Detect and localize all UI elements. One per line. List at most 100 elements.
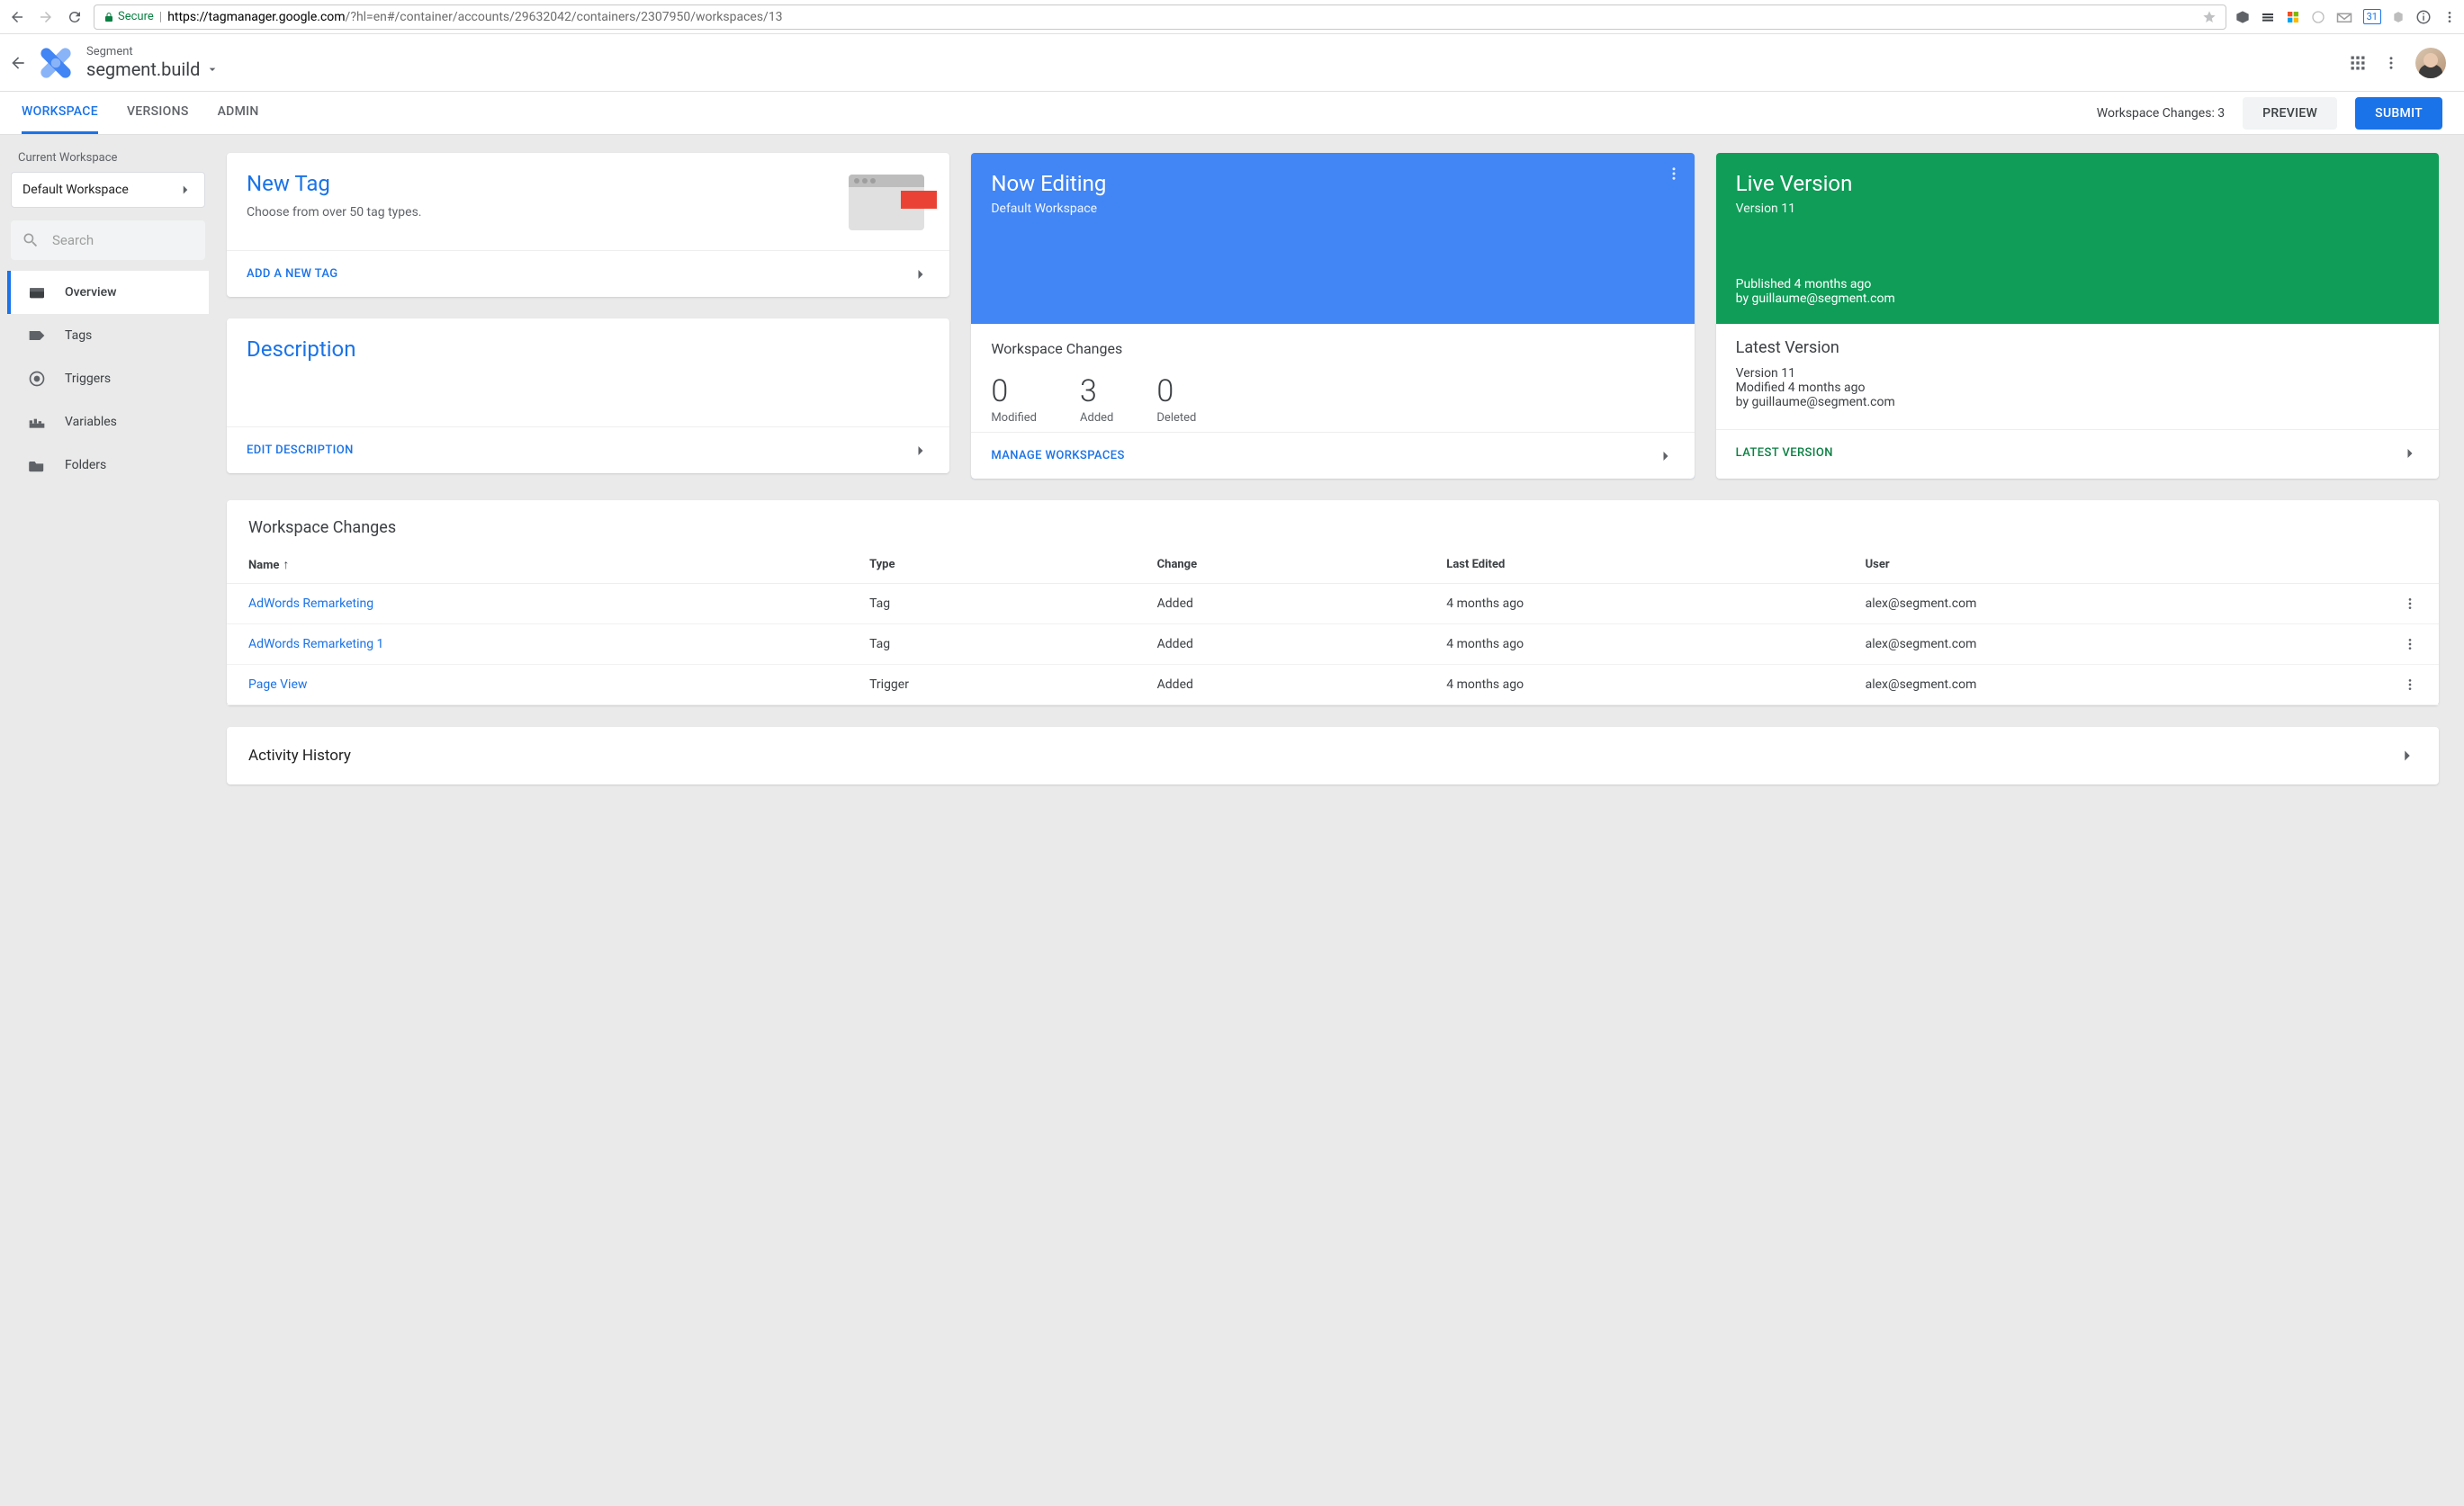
tab-admin[interactable]: ADMIN	[218, 92, 259, 134]
cell-type: Tag	[848, 584, 1136, 624]
table-row[interactable]: Page ViewTriggerAdded4 months agoalex@se…	[227, 665, 2439, 705]
new-tag-card[interactable]: New Tag Choose from over 50 tag types. A…	[227, 153, 949, 297]
tab-workspace[interactable]: WORKSPACE	[22, 92, 98, 134]
sidebar-item-tags[interactable]: Tags	[7, 314, 209, 357]
chevron-right-icon	[2401, 444, 2419, 462]
change-link[interactable]: AdWords Remarketing	[248, 596, 373, 611]
table-row[interactable]: AdWords RemarketingTagAdded4 months agoa…	[227, 584, 2439, 624]
live-version-title: Live Version	[1736, 171, 2419, 196]
breadcrumb-container: segment.build	[86, 58, 200, 80]
add-new-tag-button[interactable]: ADD A NEW TAG	[247, 267, 338, 281]
tab-versions[interactable]: VERSIONS	[127, 92, 189, 134]
secure-label: Secure	[118, 10, 154, 23]
latest-version-button[interactable]: LATEST VERSION	[1736, 446, 1833, 460]
gtm-logo-icon	[40, 47, 72, 79]
variable-icon	[27, 416, 47, 428]
preview-button[interactable]: PREVIEW	[2243, 97, 2337, 130]
cell-last-edited: 4 months ago	[1425, 624, 1843, 665]
activity-history-title: Activity History	[248, 747, 351, 765]
cell-type: Tag	[848, 624, 1136, 665]
browser-forward-button[interactable]	[36, 7, 56, 27]
browser-menu-icon[interactable]	[2442, 10, 2457, 24]
extension-icon[interactable]	[2261, 10, 2275, 24]
sidebar-item-overview[interactable]: Overview	[7, 271, 209, 314]
chevron-right-icon	[177, 182, 193, 198]
sidebar-item-variables[interactable]: Variables	[7, 400, 209, 444]
change-link[interactable]: AdWords Remarketing 1	[248, 637, 383, 651]
row-menu-icon[interactable]	[2403, 596, 2417, 611]
edit-description-button[interactable]: EDIT DESCRIPTION	[247, 444, 354, 457]
chevron-right-icon	[912, 442, 930, 460]
search-input[interactable]: Search	[11, 220, 205, 260]
chevron-right-icon	[912, 265, 930, 283]
extension-icon[interactable]	[2336, 11, 2352, 23]
browser-info-icon[interactable]	[2415, 9, 2432, 25]
cell-last-edited: 4 months ago	[1425, 584, 1843, 624]
live-version-published: Published 4 months ago	[1736, 277, 2419, 291]
stat-added: 3Added	[1080, 373, 1113, 425]
search-placeholder: Search	[52, 232, 94, 248]
cell-user: alex@segment.com	[1844, 584, 2381, 624]
extension-icon[interactable]	[2392, 11, 2405, 23]
sidebar: Current Workspace Default Workspace Sear…	[0, 135, 216, 1506]
activity-history-panel[interactable]: Activity History	[227, 727, 2439, 784]
sidebar-item-label: Folders	[65, 458, 106, 472]
latest-version-line: Modified 4 months ago	[1736, 381, 2419, 395]
stat-deleted: 0Deleted	[1156, 373, 1196, 425]
main-content: New Tag Choose from over 50 tag types. A…	[216, 135, 2464, 1506]
change-link[interactable]: Page View	[248, 677, 307, 692]
col-last-edited[interactable]: Last Edited	[1425, 544, 1843, 584]
new-tag-subtitle: Choose from over 50 tag types.	[247, 203, 832, 222]
chevron-right-icon	[2397, 746, 2417, 766]
browser-back-button[interactable]	[7, 7, 27, 27]
tag-icon	[27, 329, 47, 342]
col-name[interactable]: Name↑	[227, 544, 848, 584]
kebab-menu-icon[interactable]	[2383, 55, 2399, 71]
url-text: https://tagmanager.google.com/?hl=en#/co…	[167, 10, 2196, 24]
apps-grid-icon[interactable]	[2349, 54, 2367, 72]
breadcrumb[interactable]: Segment segment.build	[86, 45, 220, 80]
app-header: Segment segment.build	[0, 34, 2464, 92]
browser-reload-button[interactable]	[65, 7, 85, 27]
now-editing-title: Now Editing	[991, 171, 1674, 196]
now-editing-card: Now Editing Default Workspace Workspace …	[971, 153, 1694, 479]
overview-icon	[27, 285, 47, 300]
cell-user: alex@segment.com	[1844, 665, 2381, 705]
chevron-right-icon	[1657, 447, 1675, 465]
trigger-icon	[27, 370, 47, 388]
workspace-changes-count: Workspace Changes: 3	[2097, 106, 2225, 121]
submit-button[interactable]: SUBMIT	[2355, 97, 2442, 130]
extension-icon[interactable]	[2235, 10, 2250, 24]
extension-icon[interactable]	[2311, 10, 2325, 24]
manage-workspaces-button[interactable]: MANAGE WORKSPACES	[991, 449, 1124, 462]
cell-name: AdWords Remarketing 1	[227, 624, 848, 665]
sidebar-item-folders[interactable]: Folders	[7, 444, 209, 487]
row-menu-icon[interactable]	[2403, 677, 2417, 692]
sort-asc-icon: ↑	[283, 558, 289, 572]
bookmark-star-icon[interactable]	[2202, 10, 2217, 24]
col-change[interactable]: Change	[1136, 544, 1425, 584]
browser-address-bar[interactable]: Secure | https://tagmanager.google.com/?…	[94, 4, 2226, 30]
latest-version-line: Version 11	[1736, 366, 2419, 381]
table-row[interactable]: AdWords Remarketing 1TagAdded4 months ag…	[227, 624, 2439, 665]
latest-version-title: Latest Version	[1736, 338, 2419, 357]
search-icon	[22, 231, 40, 249]
now-editing-subtitle: Default Workspace	[991, 200, 1674, 219]
card-menu-icon[interactable]	[1666, 166, 1682, 182]
col-type[interactable]: Type	[848, 544, 1136, 584]
extension-icon[interactable]	[2286, 10, 2300, 24]
description-title: Description	[247, 336, 930, 362]
row-menu-icon[interactable]	[2403, 637, 2417, 651]
cell-name: AdWords Remarketing	[227, 584, 848, 624]
cell-last-edited: 4 months ago	[1425, 665, 1843, 705]
user-avatar[interactable]	[2415, 48, 2446, 78]
sidebar-item-label: Variables	[65, 415, 117, 429]
col-user[interactable]: User	[1844, 544, 2381, 584]
workspace-picker[interactable]: Default Workspace	[11, 172, 205, 208]
cell-name: Page View	[227, 665, 848, 705]
app-back-button[interactable]	[7, 54, 29, 72]
sidebar-item-triggers[interactable]: Triggers	[7, 357, 209, 400]
tag-illustration-icon	[849, 175, 930, 232]
extension-icon[interactable]: 31	[2363, 9, 2381, 24]
description-card[interactable]: Description EDIT DESCRIPTION	[227, 318, 949, 473]
